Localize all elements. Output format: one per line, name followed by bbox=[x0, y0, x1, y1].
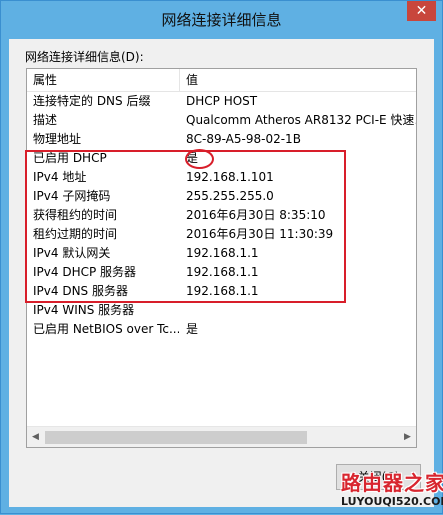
row-value: 是 bbox=[186, 322, 199, 336]
row-property: IPv4 DNS 服务器 bbox=[33, 284, 128, 298]
title-bar[interactable]: 网络连接详细信息 ✕ bbox=[1, 1, 442, 39]
list-header: 属性 值 bbox=[27, 69, 416, 92]
row-property: IPv4 地址 bbox=[33, 170, 87, 184]
row-value: Qualcomm Atheros AR8132 PCI-E 快速以 bbox=[186, 113, 416, 127]
table-row[interactable]: IPv4 WINS 服务器 bbox=[27, 301, 416, 320]
column-header-property[interactable]: 属性 bbox=[27, 69, 180, 91]
table-row[interactable]: 物理地址 8C-89-A5-98-02-1B bbox=[27, 130, 416, 149]
watermark-text: 路由器之家 bbox=[341, 471, 443, 495]
row-property: 已启用 NetBIOS over Tc... bbox=[33, 322, 179, 336]
row-value: 2016年6月30日 11:30:39 bbox=[186, 227, 334, 241]
scroll-left-icon[interactable]: ◀ bbox=[27, 427, 44, 447]
column-header-value[interactable]: 值 bbox=[180, 69, 416, 91]
row-value: 255.255.255.0 bbox=[186, 189, 274, 203]
details-label: 网络连接详细信息(D): bbox=[25, 50, 144, 64]
table-row[interactable]: IPv4 默认网关 192.168.1.1 bbox=[27, 244, 416, 263]
row-property: IPv4 默认网关 bbox=[33, 246, 111, 260]
details-list[interactable]: 属性 值 连接特定的 DNS 后缀 DHCP HOST 描述 Qualcomm Ath… bbox=[26, 68, 417, 448]
row-property: IPv4 DHCP 服务器 bbox=[33, 265, 137, 279]
row-property: 已启用 DHCP bbox=[33, 151, 107, 165]
row-value: 192.168.1.1 bbox=[186, 246, 259, 260]
scroll-thumb[interactable] bbox=[45, 431, 307, 444]
row-property: 描述 bbox=[33, 113, 58, 127]
row-property: IPv4 子网掩码 bbox=[33, 189, 111, 203]
table-row[interactable]: 已启用 DHCP 是 bbox=[27, 149, 416, 168]
row-property: 连接特定的 DNS 后缀 bbox=[33, 94, 151, 108]
row-value: 是 bbox=[186, 151, 199, 165]
close-icon[interactable]: ✕ bbox=[407, 1, 436, 21]
table-row[interactable]: 租约过期的时间 2016年6月30日 11:30:39 bbox=[27, 225, 416, 244]
row-property: 租约过期的时间 bbox=[33, 227, 118, 241]
table-row[interactable]: 已启用 NetBIOS over Tc... 是 bbox=[27, 320, 416, 339]
watermark-logo: 路由器之家 LUYOUQI520.COM bbox=[335, 453, 443, 515]
row-value: 192.168.1.1 bbox=[186, 284, 259, 298]
table-row[interactable]: IPv4 DHCP 服务器 192.168.1.1 bbox=[27, 263, 416, 282]
table-row[interactable]: IPv4 DNS 服务器 192.168.1.1 bbox=[27, 282, 416, 301]
table-row[interactable]: 获得租约的时间 2016年6月30日 8:35:10 bbox=[27, 206, 416, 225]
window-title: 网络连接详细信息 bbox=[161, 11, 282, 29]
table-row[interactable]: IPv4 地址 192.168.1.101 bbox=[27, 168, 416, 187]
row-value: 192.168.1.101 bbox=[186, 170, 274, 184]
list-rows: 连接特定的 DNS 后缀 DHCP HOST 描述 Qualcomm Atheros … bbox=[27, 92, 416, 339]
row-property: IPv4 WINS 服务器 bbox=[33, 303, 135, 317]
row-property: 物理地址 bbox=[33, 132, 82, 146]
table-row[interactable]: 描述 Qualcomm Atheros AR8132 PCI-E 快速以 bbox=[27, 111, 416, 130]
row-value: DHCP HOST bbox=[186, 94, 258, 108]
row-value: 2016年6月30日 8:35:10 bbox=[186, 208, 326, 222]
watermark-url: LUYOUQI520.COM bbox=[341, 495, 443, 508]
horizontal-scrollbar[interactable]: ◀ ▶ bbox=[27, 426, 416, 447]
row-property: 获得租约的时间 bbox=[33, 208, 118, 222]
scroll-right-icon[interactable]: ▶ bbox=[399, 427, 416, 447]
dialog-window: 网络连接详细信息 ✕ 网络连接详细信息(D): 属性 值 连接特定的 DNS 后… bbox=[0, 0, 443, 514]
row-value: 8C-89-A5-98-02-1B bbox=[186, 132, 301, 146]
dialog-body: 网络连接详细信息(D): 属性 值 连接特定的 DNS 后缀 DHCP HOST 描… bbox=[9, 39, 434, 507]
row-value: 192.168.1.1 bbox=[186, 265, 259, 279]
table-row[interactable]: 连接特定的 DNS 后缀 DHCP HOST bbox=[27, 92, 416, 111]
table-row[interactable]: IPv4 子网掩码 255.255.255.0 bbox=[27, 187, 416, 206]
